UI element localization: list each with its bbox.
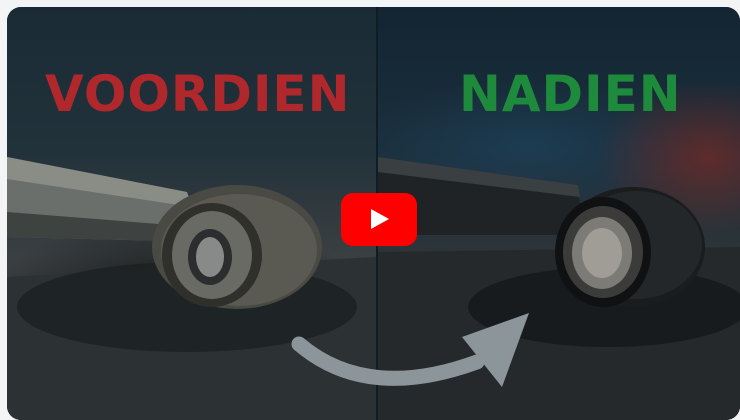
play-button[interactable] [341,193,417,246]
play-icon [371,209,389,229]
comparison-thumbnail[interactable]: VOORDIEN NADIEN [7,7,740,420]
